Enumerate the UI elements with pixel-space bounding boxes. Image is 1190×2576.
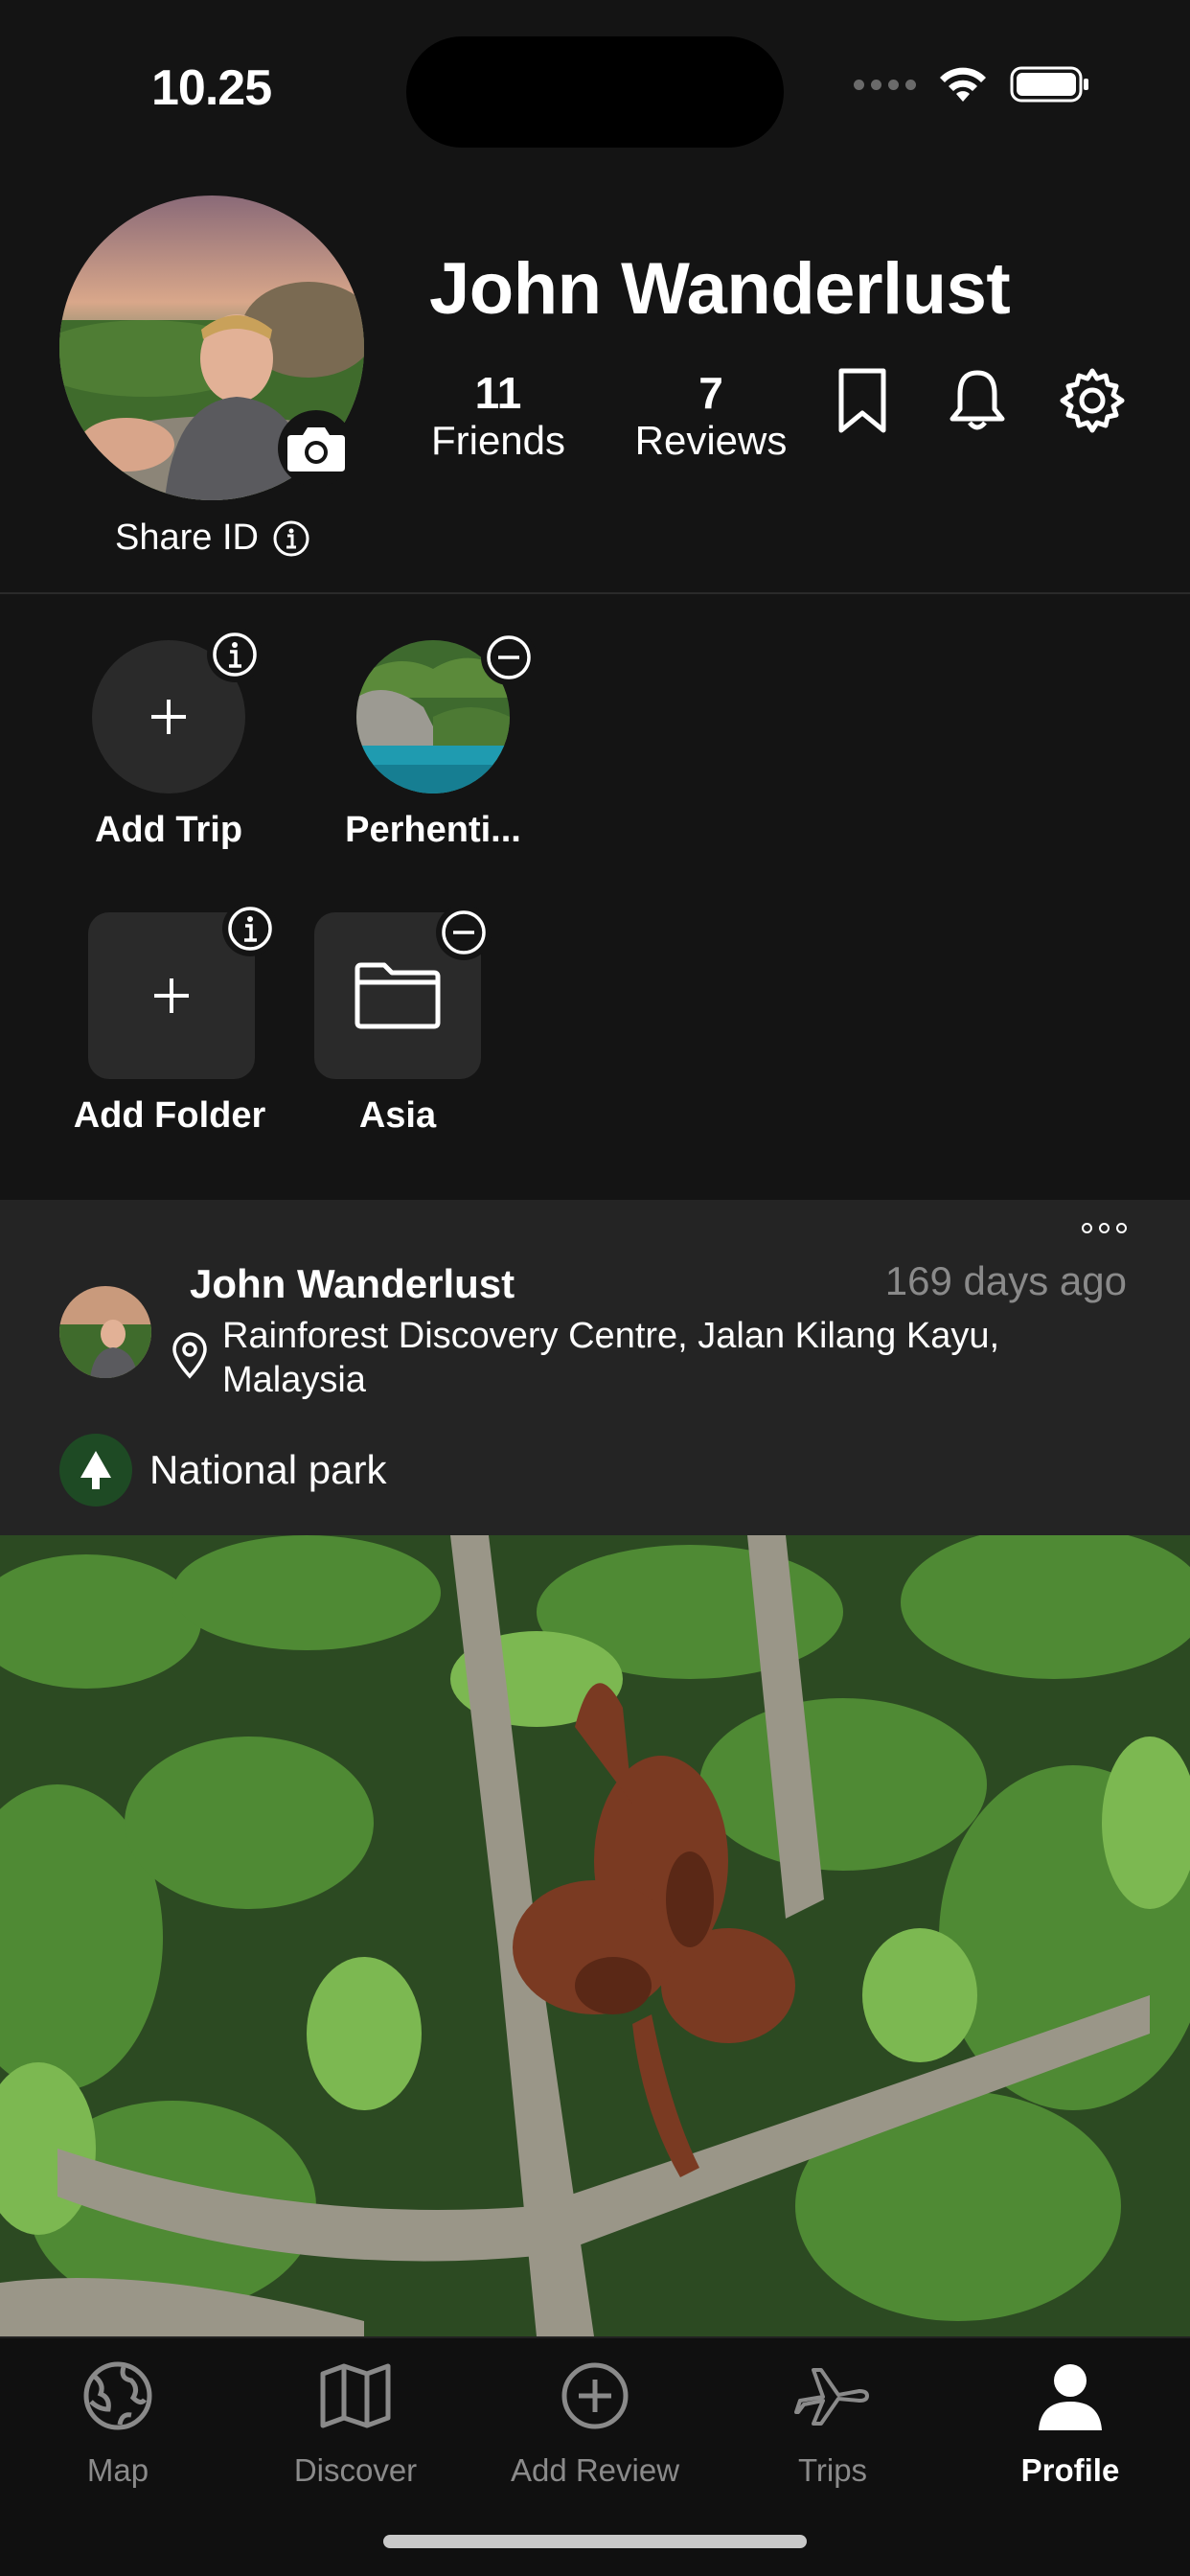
post-timestamp: 169 days ago (884, 1258, 1127, 1303)
info-icon (273, 520, 309, 556)
status-time: 10.25 (151, 60, 272, 116)
tab-discover[interactable]: Discover (245, 2353, 466, 2489)
folder-icon (355, 962, 441, 1029)
tab-label-profile: Profile (1020, 2452, 1120, 2488)
remove-folder-button[interactable] (436, 905, 492, 960)
minus-circle-icon (442, 910, 486, 954)
bookmark-icon (838, 368, 886, 433)
friends-count: 11 (474, 368, 522, 418)
share-id-button[interactable]: Share ID (115, 518, 310, 559)
folder-label: Asia (358, 1095, 437, 1136)
status-indicators (854, 65, 1090, 104)
post-author-photo (59, 1286, 151, 1378)
location-pin-icon (172, 1332, 207, 1379)
home-indicator (383, 2535, 807, 2548)
plus-icon (151, 700, 186, 734)
add-trip-label: Add Trip (94, 810, 243, 850)
trip-label: Perhenti... (345, 810, 521, 850)
post-author-avatar[interactable] (59, 1286, 151, 1378)
globe-icon (83, 2361, 152, 2430)
person-icon (1039, 2364, 1102, 2430)
plus-icon (154, 978, 189, 1013)
friends-label: Friends (430, 417, 566, 463)
camera-icon (287, 427, 345, 472)
battery-icon (1010, 66, 1088, 103)
friends-stat[interactable]: 11 Friends (422, 369, 575, 464)
tab-label-map: Map (86, 2452, 149, 2488)
add-folder-label: Add Folder (73, 1095, 266, 1136)
reviews-count: 7 (698, 368, 723, 418)
map-icon (320, 2363, 391, 2428)
more-options-icon[interactable] (1082, 1223, 1127, 1233)
gear-icon (1060, 368, 1125, 433)
profile-name: John Wanderlust (429, 248, 1011, 330)
bell-icon (950, 370, 1005, 430)
location-text: Rainforest Discovery Centre, Jalan Kilan… (222, 1316, 1000, 1400)
dynamic-island (406, 36, 784, 148)
airplane-icon (794, 2368, 869, 2426)
header-divider (0, 592, 1190, 594)
settings-button[interactable] (1054, 362, 1131, 439)
tab-label-add-review: Add Review (510, 2452, 680, 2488)
tab-profile[interactable]: Profile (960, 2353, 1180, 2489)
tab-map[interactable]: Map (8, 2353, 228, 2489)
post-location[interactable]: Rainforest Discovery Centre, Jalan Kilan… (171, 1315, 1085, 1402)
reviews-stat[interactable]: 7 Reviews (625, 369, 797, 464)
wifi-icon (940, 67, 986, 102)
plus-circle-icon (561, 2362, 629, 2429)
cellular-signal-icon (854, 79, 916, 90)
tab-label-discover: Discover (293, 2452, 418, 2488)
category-tag: National park (149, 1447, 387, 1492)
reviews-label: Reviews (634, 417, 788, 463)
notifications-button[interactable] (939, 362, 1016, 439)
tab-label-trips: Trips (797, 2452, 868, 2488)
post-author-name[interactable]: John Wanderlust (190, 1261, 515, 1307)
remove-trip-button[interactable] (481, 630, 537, 685)
saved-button[interactable] (824, 362, 901, 439)
change-photo-button[interactable] (278, 410, 355, 487)
tab-trips[interactable]: Trips (722, 2353, 943, 2489)
tree-icon (59, 1434, 132, 1506)
info-icon (228, 907, 272, 951)
post-photo[interactable] (0, 1535, 1190, 2336)
minus-circle-icon (487, 635, 531, 679)
share-id-label: Share ID (115, 518, 259, 558)
add-folder-info-button[interactable] (222, 901, 278, 956)
info-icon (213, 632, 257, 677)
orangutan-photo (0, 1535, 1190, 2336)
add-trip-info-button[interactable] (207, 627, 263, 682)
tab-add-review[interactable]: Add Review (485, 2353, 705, 2489)
